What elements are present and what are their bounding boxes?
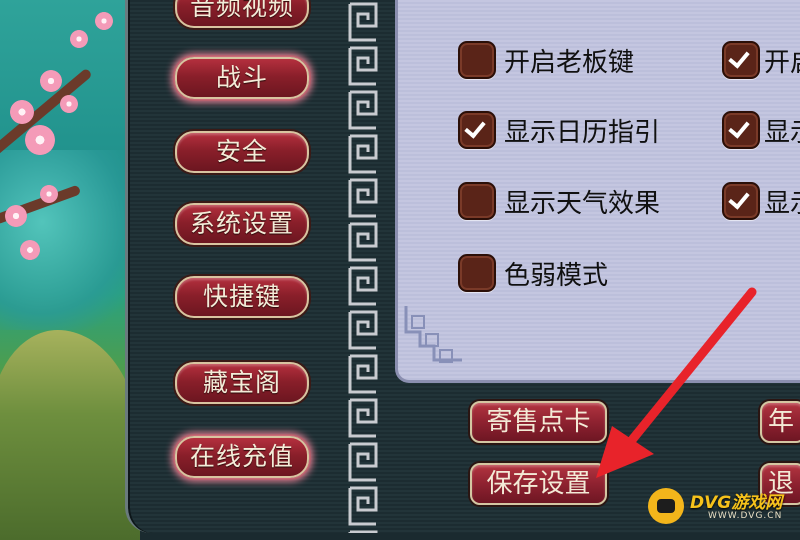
background-scenery [0, 0, 140, 540]
nav-security-button[interactable]: 安全 [175, 131, 309, 173]
nav-treasure-pavilion-button[interactable]: 藏宝阁 [175, 362, 309, 404]
calendar-guide-checkbox[interactable] [458, 111, 496, 149]
option-label: 显示 [764, 117, 800, 148]
pond [0, 150, 140, 330]
boss-key-checkbox[interactable] [458, 41, 496, 79]
blossom [10, 100, 34, 124]
blossom [40, 185, 58, 203]
option-label: 开启老板键 [504, 47, 635, 78]
nav-combat-button[interactable]: 战斗 [175, 57, 309, 99]
option-label: 显示天气效果 [504, 188, 661, 219]
blossom [95, 12, 113, 30]
option-right-col-2[interactable]: 显示 [722, 110, 800, 150]
blossom [40, 70, 62, 92]
blossom [20, 240, 40, 260]
option-color-weak-mode[interactable]: 色弱模式 [458, 253, 608, 293]
blossom [60, 95, 78, 113]
nav-system-settings-button[interactable]: 系统设置 [175, 203, 309, 245]
blossom [5, 205, 27, 227]
watermark-brand: DVG游戏网 [690, 493, 783, 513]
color-weak-mode-checkbox[interactable] [458, 254, 496, 292]
right-col-1-checkbox[interactable] [722, 41, 760, 79]
watermark-url: WWW.DVG.CN [708, 511, 783, 521]
option-label: 开启 [764, 47, 800, 78]
option-right-col-1[interactable]: 开启 [722, 40, 800, 80]
save-settings-button[interactable]: 保存设置 [470, 463, 607, 505]
right-col-2-checkbox[interactable] [722, 111, 760, 149]
weather-effect-checkbox[interactable] [458, 182, 496, 220]
option-calendar-guide[interactable]: 显示日历指引 [458, 110, 660, 150]
gamepad-logo-icon [648, 488, 684, 524]
option-boss-key[interactable]: 开启老板键 [458, 40, 634, 80]
right-col-3-checkbox[interactable] [722, 182, 760, 220]
blossom [25, 125, 55, 155]
blossom [70, 30, 88, 48]
nav-hotkeys-button[interactable]: 快捷键 [175, 276, 309, 318]
hill [0, 330, 140, 540]
option-label: 显示 [764, 188, 800, 219]
corner-ornament [404, 306, 462, 363]
partial-button-top[interactable]: 年 [760, 401, 800, 443]
meander-border [346, 0, 380, 533]
option-weather-effect[interactable]: 显示天气效果 [458, 181, 660, 221]
consign-point-card-button[interactable]: 寄售点卡 [470, 401, 607, 443]
option-label: 色弱模式 [504, 260, 609, 291]
dvg-watermark: DVG游戏网 WWW.DVG.CN [648, 484, 798, 528]
option-label: 显示日历指引 [504, 117, 661, 148]
nav-audio-video-button[interactable]: 音频视频 [175, 0, 309, 28]
option-right-col-3[interactable]: 显示 [722, 181, 800, 221]
nav-online-recharge-button[interactable]: 在线充值 [175, 436, 309, 478]
